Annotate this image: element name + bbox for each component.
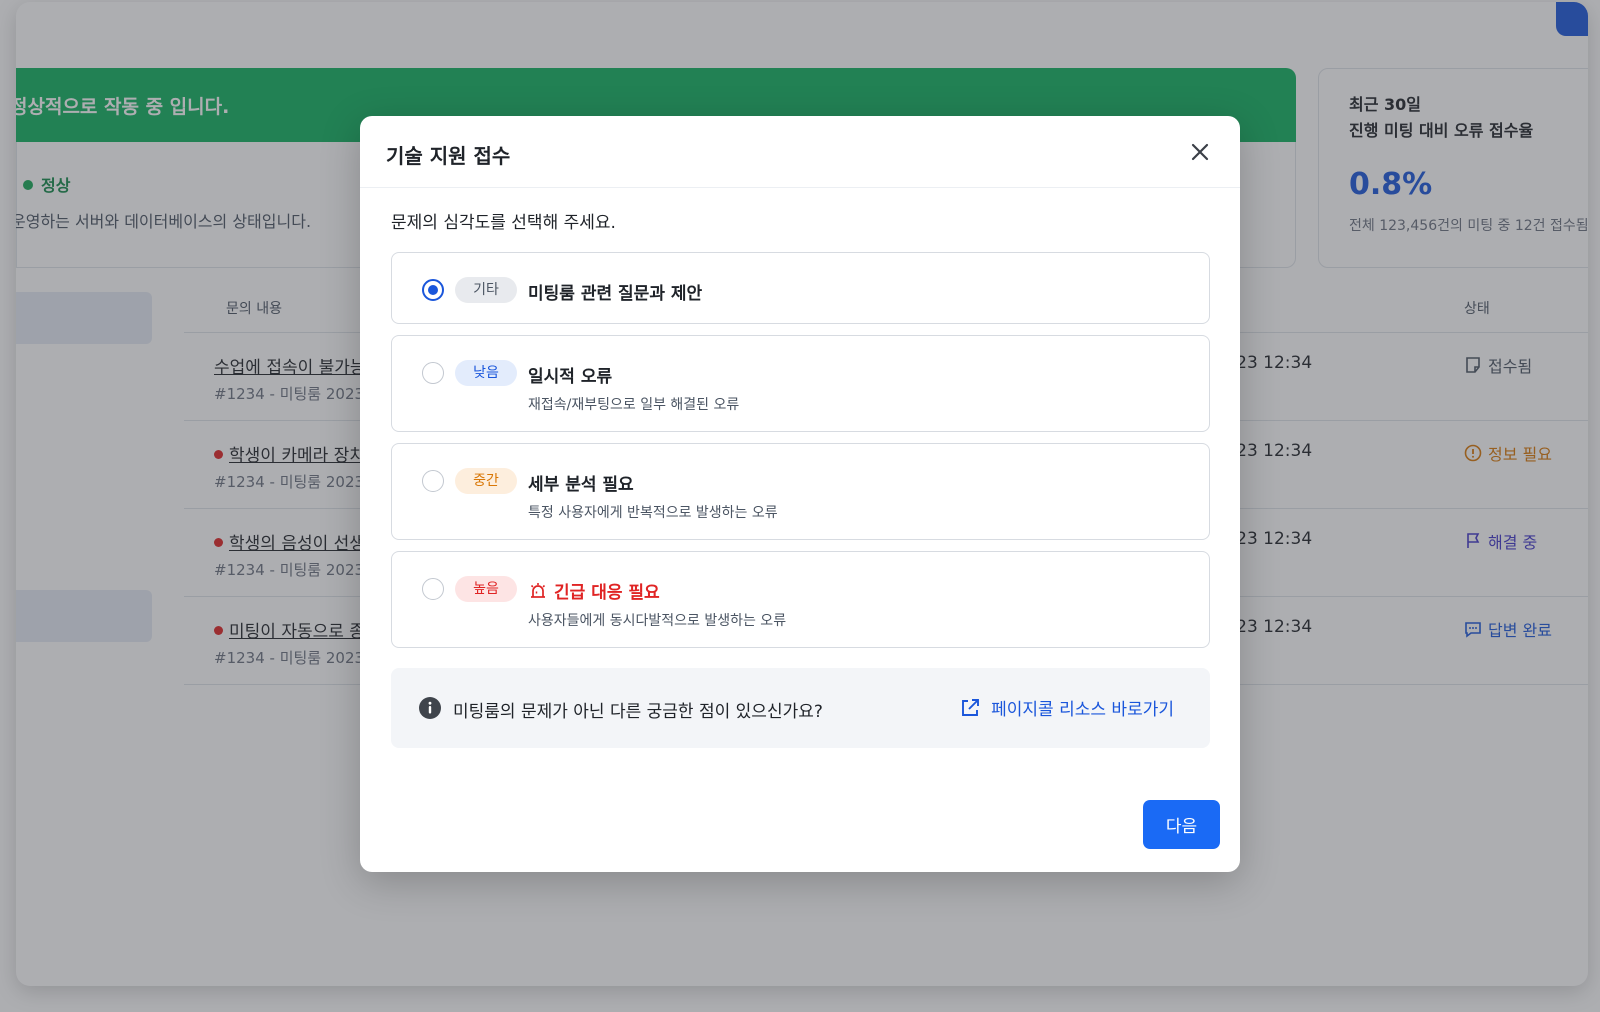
radio-button[interactable] xyxy=(422,578,444,600)
modal-header: 기술 지원 접수 xyxy=(360,116,1240,188)
external-link-icon xyxy=(962,698,980,716)
radio-button[interactable] xyxy=(422,362,444,384)
severity-tag: 기타 xyxy=(455,277,517,303)
severity-option-high[interactable]: 높음 긴급 대응 필요 사용자들에게 동시다발적으로 발생하는 오류 xyxy=(391,551,1210,648)
resource-link[interactable]: 페이지콜 리소스 바로가기 xyxy=(959,695,1174,720)
severity-option-other[interactable]: 기타 미팅룸 관련 질문과 제안 xyxy=(391,252,1210,324)
info-box: 미팅룸의 문제가 아닌 다른 궁금한 점이 있으신가요? 페이지콜 리소스 바로… xyxy=(391,668,1210,748)
severity-option-low[interactable]: 낮음 일시적 오류 재접속/재부팅으로 일부 해결된 오류 xyxy=(391,335,1210,432)
next-button[interactable]: 다음 xyxy=(1143,800,1220,849)
info-text: 미팅룸의 문제가 아닌 다른 궁금한 점이 있으신가요? xyxy=(453,702,823,722)
close-icon xyxy=(1191,143,1209,161)
severity-tag: 높음 xyxy=(455,576,517,602)
severity-tag: 낮음 xyxy=(455,360,517,386)
modal-title: 기술 지원 접수 xyxy=(386,144,511,168)
severity-tag: 중간 xyxy=(455,468,517,494)
severity-prompt: 문제의 심각도를 선택해 주세요. xyxy=(391,213,616,233)
option-description: 사용자들에게 동시다발적으로 발생하는 오류 xyxy=(528,613,787,629)
option-title: 일시적 오류 xyxy=(528,367,613,387)
radio-button[interactable] xyxy=(422,470,444,492)
option-description: 특정 사용자에게 반복적으로 발생하는 오류 xyxy=(528,505,778,521)
severity-option-medium[interactable]: 중간 세부 분석 필요 특정 사용자에게 반복적으로 발생하는 오류 xyxy=(391,443,1210,540)
option-description: 재접속/재부팅으로 일부 해결된 오류 xyxy=(528,397,740,413)
alarm-icon xyxy=(530,582,546,598)
close-button[interactable] xyxy=(1186,138,1214,166)
info-icon xyxy=(419,697,441,719)
radio-button[interactable] xyxy=(422,279,444,301)
support-request-modal: 기술 지원 접수 문제의 심각도를 선택해 주세요. 기타 미팅룸 관련 질문과… xyxy=(360,116,1240,872)
option-title: 긴급 대응 필요 xyxy=(528,578,660,603)
option-title: 세부 분석 필요 xyxy=(528,475,634,495)
option-title: 미팅룸 관련 질문과 제안 xyxy=(528,284,703,304)
